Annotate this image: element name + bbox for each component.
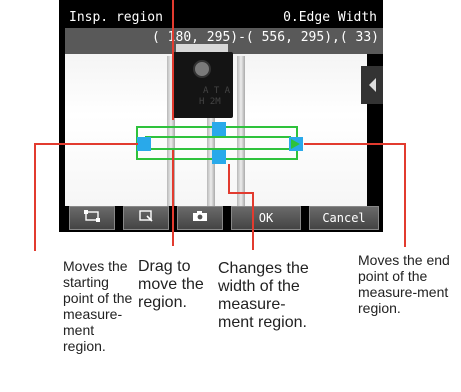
start-point-callout: Moves the starting point of the measure-… xyxy=(63,258,133,354)
width-leader-a xyxy=(228,164,230,194)
drag-leader-bottom xyxy=(172,150,174,246)
drag-text: Drag to move the region. xyxy=(138,258,204,311)
region-frame-button[interactable] xyxy=(69,206,115,230)
region-frame-icon xyxy=(84,207,100,229)
inspection-mode: 0.Edge Width xyxy=(283,10,377,25)
start-leader-vertical xyxy=(34,143,36,251)
end-point-callout: Moves the end point of the measure-ment … xyxy=(358,252,458,316)
component-marking: H 2M xyxy=(199,97,221,107)
width-handle-top[interactable] xyxy=(212,122,226,136)
drag-leader-top xyxy=(172,0,174,120)
device-screen: Insp. region 0.Edge Width ( 180, 295)-( … xyxy=(59,0,383,232)
zoom-button[interactable] xyxy=(123,206,169,230)
camera-icon xyxy=(192,207,208,229)
end-point-text: Moves the end point of the measure-ment … xyxy=(358,252,450,316)
start-point-handle[interactable] xyxy=(137,137,151,151)
screen-title: Insp. region xyxy=(69,10,163,25)
measurement-region-inner[interactable] xyxy=(145,136,291,150)
width-leader-b xyxy=(228,192,254,194)
width-text: Changes the width of the measure-ment re… xyxy=(218,260,309,331)
component-marking: A T A xyxy=(203,86,231,96)
ok-button[interactable]: OK xyxy=(231,206,301,230)
end-leader-vertical xyxy=(404,143,406,247)
component-mount-hole xyxy=(193,60,211,78)
width-callout: Changes the width of the measure-ment re… xyxy=(218,260,318,332)
title-bar: Insp. region 0.Edge Width xyxy=(59,6,383,28)
drag-callout: Drag to move the region. xyxy=(138,258,216,312)
width-handle-bottom[interactable] xyxy=(212,150,226,164)
cancel-button[interactable]: Cancel xyxy=(309,206,379,230)
start-leader-horizontal xyxy=(34,143,138,145)
camera-button[interactable] xyxy=(177,206,223,230)
bottom-toolbar: OK Cancel xyxy=(65,206,383,232)
side-panel-tab[interactable] xyxy=(361,66,383,104)
start-point-text: Moves the starting point of the measure-… xyxy=(63,258,133,354)
width-leader-c xyxy=(252,192,254,250)
direction-arrow-icon xyxy=(291,139,300,149)
ok-label: OK xyxy=(258,211,274,225)
end-leader-horizontal xyxy=(304,143,406,145)
cancel-label: Cancel xyxy=(322,211,366,225)
zoom-icon xyxy=(138,207,154,229)
